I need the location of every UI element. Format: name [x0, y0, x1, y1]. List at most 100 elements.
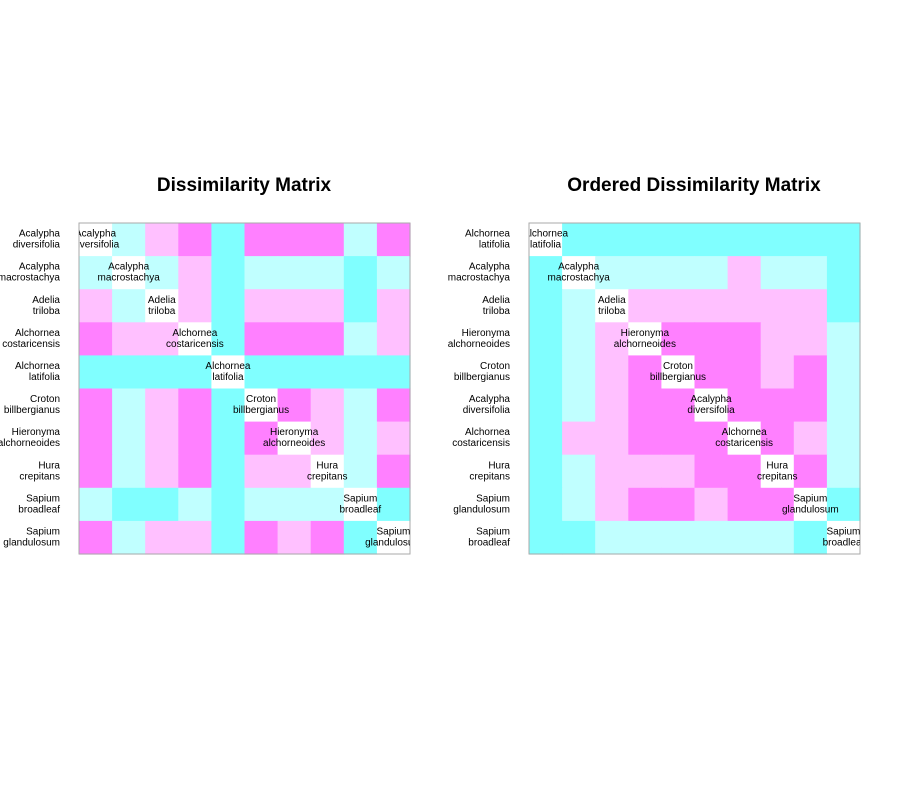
diagonal-label: costaricensis — [166, 339, 224, 350]
heatmap-cell — [277, 487, 312, 522]
row-label: triloba — [483, 306, 511, 317]
heatmap-cell — [211, 454, 246, 489]
heatmap-cell — [661, 256, 696, 290]
heatmap-cell — [244, 223, 279, 257]
heatmap-cell — [343, 454, 378, 489]
heatmap-cell — [595, 487, 629, 522]
heatmap-cell — [562, 355, 596, 390]
row-label: diversifolia — [463, 405, 511, 416]
heatmap-cell — [628, 289, 662, 323]
heatmap-cell — [661, 454, 696, 489]
row-label: Hieronyma — [462, 328, 511, 339]
dissimilarity-matrix-panel: Dissimilarity Matrix Acalyphadiversifoli… — [0, 175, 411, 555]
heatmap-cell — [343, 322, 378, 356]
diagonal-label: Sapium — [376, 526, 410, 537]
diagonal-label: Croton — [246, 394, 276, 405]
heatmap-cell — [727, 520, 762, 555]
heatmap-cell — [112, 487, 146, 522]
row-label: latifolia — [29, 372, 61, 383]
heatmap-cell — [562, 487, 596, 522]
heatmap-cell — [727, 355, 762, 390]
heatmap-cell — [628, 421, 662, 456]
row-label: Hura — [38, 460, 60, 471]
heatmap-cell — [529, 487, 563, 522]
diagonal-label: broadleaf — [339, 504, 381, 515]
heatmap-cell — [727, 289, 762, 323]
row-label: macrostachya — [0, 273, 60, 284]
heatmap-cell — [178, 256, 212, 290]
heatmap-cell — [826, 223, 861, 257]
heatmap-cell — [145, 223, 179, 257]
heatmap-cell — [529, 388, 563, 423]
heatmap-cell — [343, 421, 378, 456]
heatmap-cell — [826, 256, 861, 290]
diagonal-label: Sapium — [793, 493, 827, 504]
heatmap-cell — [112, 322, 146, 356]
heatmap-cell — [211, 223, 246, 257]
row-label: glandulosum — [3, 537, 60, 548]
row-label: Adelia — [32, 295, 60, 306]
row-label: Croton — [30, 394, 60, 405]
heatmap-cell — [277, 322, 312, 356]
heatmap-cell — [793, 223, 828, 257]
diagonal-label: Alchornea — [722, 427, 767, 438]
heatmap-cell — [793, 355, 828, 390]
row-label: latifolia — [479, 240, 511, 251]
diagonal-label: diversifolia — [687, 405, 735, 416]
row-label: billbergianus — [454, 372, 510, 383]
heatmap-cell — [793, 454, 828, 489]
heatmap-cell — [244, 487, 279, 522]
heatmap-cell — [628, 487, 662, 522]
heatmap-cell — [628, 223, 662, 257]
diagonal-label: Hura — [316, 460, 338, 471]
heatmap-cell — [112, 454, 146, 489]
heatmap-cell — [112, 355, 146, 390]
row-label: Sapium — [476, 526, 510, 537]
heatmap-cell — [595, 454, 629, 489]
heatmap-cell — [793, 256, 828, 290]
row-label: billbergianus — [4, 405, 60, 416]
row-label: costaricensis — [452, 438, 510, 449]
heatmap-cell — [79, 454, 113, 489]
diagonal-label: Acalypha — [108, 262, 150, 273]
row-label: macrostachya — [448, 273, 511, 284]
heatmap-cell — [529, 289, 563, 323]
heatmap-cell — [79, 388, 113, 423]
heatmap-cell — [760, 355, 795, 390]
diagonal-label: glandulosum — [782, 504, 839, 515]
heatmap-cell — [529, 454, 563, 489]
heatmap-cell — [694, 322, 729, 356]
heatmap-cell — [79, 355, 113, 390]
heatmap-cell — [376, 487, 411, 522]
heatmap-cell — [376, 388, 411, 423]
heatmap-cell — [562, 322, 596, 356]
diagonal-label: Acalypha — [75, 229, 117, 240]
heatmap-cell — [694, 223, 729, 257]
row-label: Alchornea — [15, 328, 60, 339]
heatmap-cell — [826, 322, 861, 356]
diagonal-label: Hieronyma — [270, 427, 319, 438]
diagonal-label: Adelia — [598, 295, 626, 306]
heatmap-cell — [826, 421, 861, 456]
heatmap-cell — [760, 520, 795, 555]
heatmap-cell — [661, 520, 696, 555]
diagonal-label: billbergianus — [233, 405, 289, 416]
row-label: broadleaf — [18, 504, 60, 515]
heatmap-cell — [343, 289, 378, 323]
row-label: costaricensis — [2, 339, 60, 350]
heatmap-cell — [277, 223, 312, 257]
diagonal-label: macrostachya — [98, 273, 161, 284]
heatmap-cell — [760, 289, 795, 323]
row-label: alchorneoides — [448, 339, 510, 350]
heatmap-cell — [310, 355, 345, 390]
heatmap-cell — [343, 355, 378, 390]
heatmap-cell — [244, 322, 279, 356]
row-label: Alchornea — [465, 229, 510, 240]
heatmap-cell — [376, 223, 411, 257]
heatmap-cell — [145, 487, 179, 522]
heatmap-cell — [595, 388, 629, 423]
heatmap-cell — [112, 421, 146, 456]
heatmap-cell — [826, 388, 861, 423]
row-label: Croton — [480, 361, 510, 372]
heatmap-cell — [277, 355, 312, 390]
